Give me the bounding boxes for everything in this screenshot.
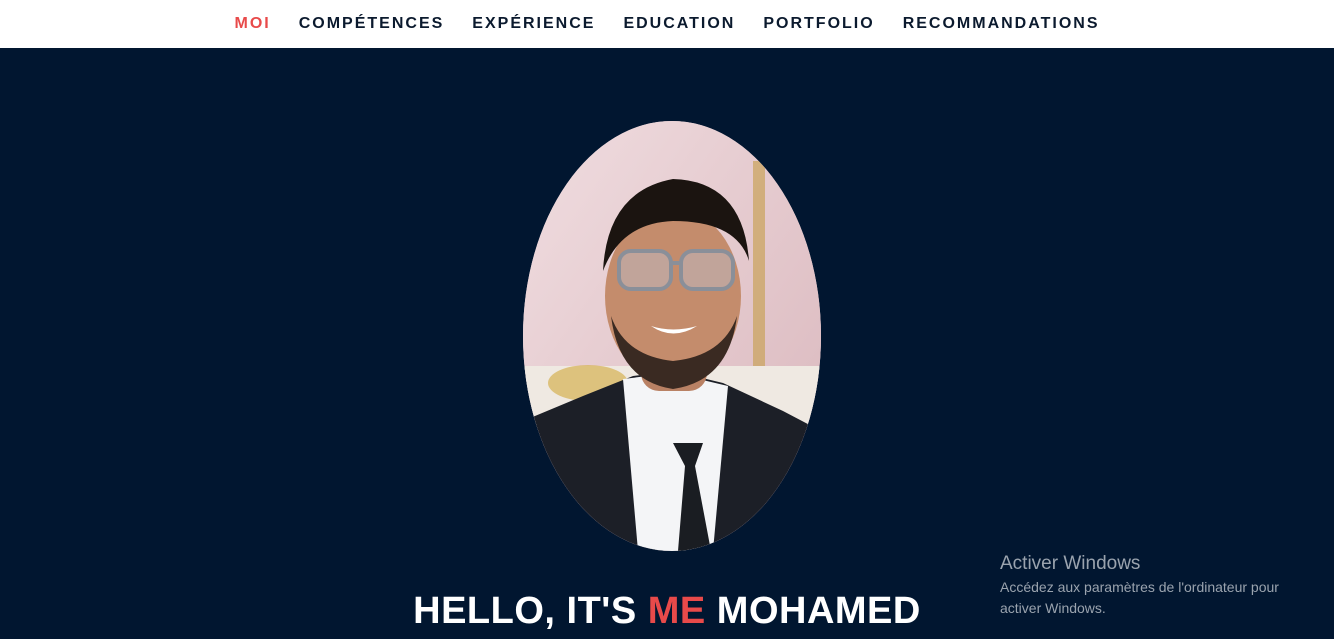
nav-item-moi[interactable]: MOI	[235, 15, 271, 33]
hero-title-accent: ME	[647, 590, 706, 632]
profile-photo-illustration	[523, 121, 821, 551]
nav-item-portfolio[interactable]: PORTFOLIO	[763, 15, 874, 33]
top-navbar: MOI COMPÉTENCES EXPÉRIENCE EDUCATION POR…	[0, 0, 1334, 48]
nav-item-recommandations[interactable]: RECOMMANDATIONS	[903, 15, 1100, 33]
nav-item-education[interactable]: EDUCATION	[623, 15, 735, 33]
hero-title-prefix: HELLO, IT'S	[413, 590, 648, 632]
profile-photo	[523, 121, 821, 551]
nav-item-competences[interactable]: COMPÉTENCES	[299, 15, 445, 33]
nav-item-experience[interactable]: EXPÉRIENCE	[472, 15, 595, 33]
watermark-body: Accédez aux paramètres de l'ordinateur p…	[1000, 579, 1279, 616]
hero-title-suffix: MOHAMED	[705, 590, 921, 632]
watermark-title: Activer Windows	[1000, 553, 1141, 574]
windows-activation-watermark: Activer Windows Accédez aux paramètres d…	[1000, 553, 1320, 619]
